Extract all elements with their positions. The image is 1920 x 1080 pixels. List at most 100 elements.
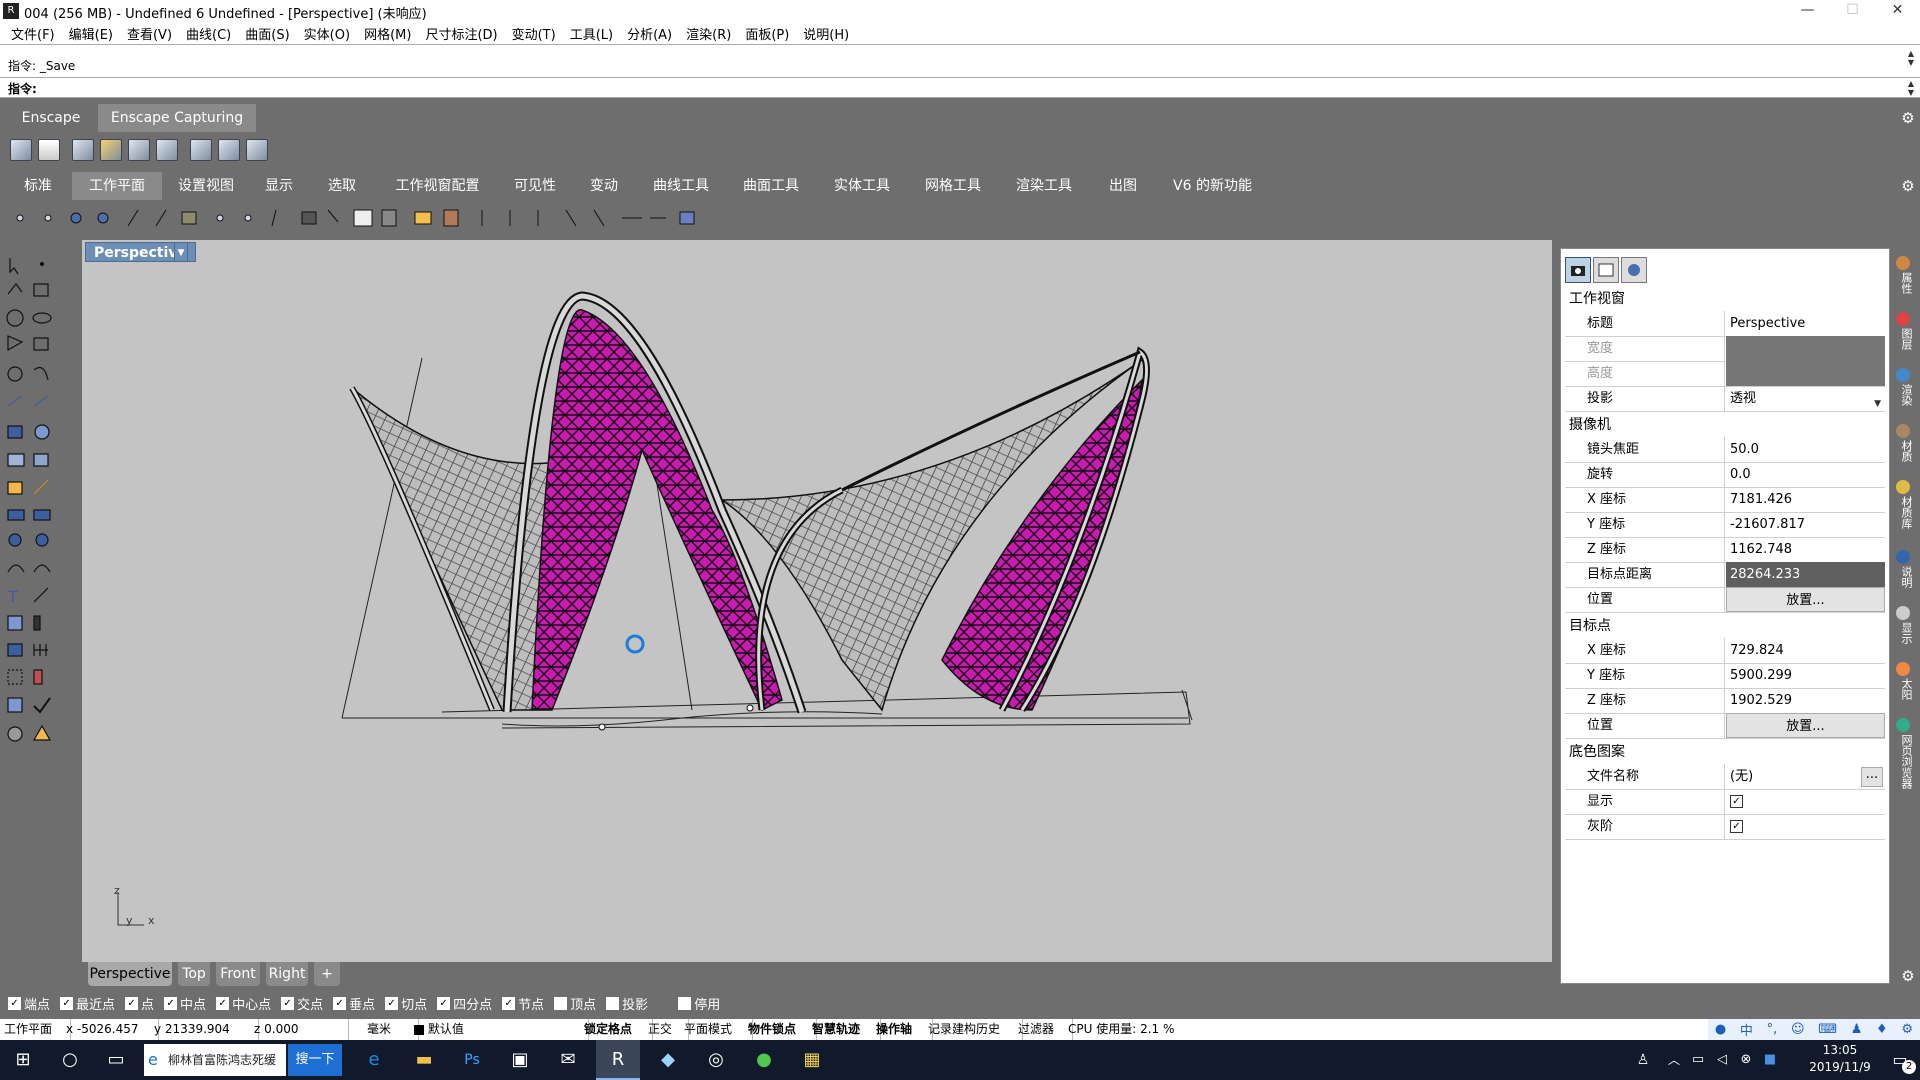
- osnap-item[interactable]: ✓停用: [678, 994, 720, 1013]
- target-y-input[interactable]: 5900.299: [1726, 663, 1885, 688]
- search-go-button[interactable]: 搜一下: [288, 1044, 342, 1076]
- tab-viewport-layout[interactable]: 工作视窗配置: [385, 172, 490, 200]
- tab-transform[interactable]: 变动: [578, 172, 630, 200]
- osnap-checkbox[interactable]: ✓: [333, 996, 347, 1010]
- camera-x-input[interactable]: 7181.426: [1726, 487, 1885, 512]
- tab-render-tools[interactable]: 渲染工具: [1008, 172, 1080, 200]
- palette-icon[interactable]: [1621, 257, 1647, 283]
- osnap-item[interactable]: ✓ 节点: [502, 994, 544, 1013]
- enscape-panorama-icon[interactable]: [218, 139, 240, 161]
- photoshop-icon[interactable]: Ps: [452, 1040, 492, 1080]
- menu-tools[interactable]: 工具(L): [563, 24, 620, 43]
- ime-toolbar[interactable]: ● 中 °, ☺ ⌨ ♟ ♦ ⚙: [1708, 1019, 1920, 1040]
- side-tab-render[interactable]: 渲染: [1894, 384, 1914, 406]
- side-tab-library[interactable]: 材质库: [1894, 496, 1914, 529]
- viewport-frame-icon[interactable]: [1593, 257, 1619, 283]
- task-view-icon[interactable]: ▭: [96, 1040, 136, 1080]
- side-tab-material[interactable]: 材质: [1894, 440, 1914, 462]
- tab-surface-tools[interactable]: 曲面工具: [735, 172, 807, 200]
- menu-solid[interactable]: 实体(O): [297, 24, 357, 43]
- tab-standard[interactable]: 标准: [14, 172, 62, 200]
- menu-file[interactable]: 文件(F): [4, 24, 62, 43]
- osnap-item[interactable]: ✓ 中心点: [216, 994, 271, 1013]
- lens-length-input[interactable]: 50.0: [1726, 437, 1885, 462]
- osnap-checkbox[interactable]: ✓: [125, 996, 139, 1010]
- menu-transform[interactable]: 变动(T): [505, 24, 563, 43]
- osnap-item[interactable]: ✓ 切点: [385, 994, 427, 1013]
- history-scroll-arrows[interactable]: ▲ ▼: [1904, 49, 1918, 67]
- side-tab-browser[interactable]: 网页浏览器: [1894, 734, 1914, 789]
- side-tab-display[interactable]: 显示: [1894, 622, 1914, 644]
- tab-set-view[interactable]: 设置视图: [170, 172, 242, 200]
- osnap-checkbox[interactable]: ✓: [502, 996, 516, 1010]
- camera-z-input[interactable]: 1162.748: [1726, 537, 1885, 562]
- mail-icon[interactable]: ✉: [548, 1040, 588, 1080]
- enscape-video-icon[interactable]: [246, 139, 268, 161]
- file-explorer-icon[interactable]: ▬: [404, 1040, 444, 1080]
- menu-view[interactable]: 查看(V): [120, 24, 179, 43]
- tab-solid-tools[interactable]: 实体工具: [826, 172, 898, 200]
- enscape-view-icon[interactable]: [190, 139, 212, 161]
- rotation-input[interactable]: 0.0: [1726, 462, 1885, 487]
- sketch-app-icon[interactable]: ◆: [648, 1040, 688, 1080]
- osnap-toggle[interactable]: 物件锁点: [744, 1019, 817, 1040]
- menu-surface[interactable]: 曲面(S): [238, 24, 296, 43]
- target-place-button[interactable]: 放置...: [1726, 713, 1885, 738]
- panel-gear-icon[interactable]: ⚙: [1900, 968, 1916, 984]
- tab-drafting[interactable]: 出图: [1098, 172, 1148, 200]
- enscape-batch-icon[interactable]: [128, 139, 150, 161]
- menu-mesh[interactable]: 网格(M): [357, 24, 418, 43]
- side-tab-layers[interactable]: 图层: [1894, 328, 1914, 350]
- taskbar-search-box[interactable]: e 柳林首富陈鸿志死缓: [144, 1044, 286, 1076]
- menu-curve[interactable]: 曲线(C): [179, 24, 238, 43]
- tab-enscape[interactable]: Enscape: [10, 104, 92, 132]
- tray-expand-icon[interactable]: ︿: [1662, 1040, 1686, 1080]
- viewport-tab-add[interactable]: +: [314, 962, 340, 986]
- maximize-button[interactable]: ☐: [1830, 0, 1875, 22]
- command-history[interactable]: 指令: _Save ▲ ▼: [0, 44, 1920, 78]
- store-icon[interactable]: ▣: [500, 1040, 540, 1080]
- clock[interactable]: 13:05 2019/11/9: [1800, 1042, 1880, 1078]
- ime-logo-icon[interactable]: ●: [1715, 1022, 1726, 1037]
- prop-value-title[interactable]: Perspective: [1726, 311, 1885, 336]
- ime-user-icon[interactable]: ♟: [1851, 1022, 1863, 1037]
- target-z-input[interactable]: 1902.529: [1726, 688, 1885, 713]
- osnap-item[interactable]: ✓ 四分点: [437, 994, 492, 1013]
- tab-v6-new[interactable]: V6 的新功能: [1160, 172, 1265, 200]
- grid-snap-toggle[interactable]: 锁定格点: [580, 1019, 653, 1040]
- osnap-item[interactable]: ✓ 交点: [281, 994, 323, 1013]
- viewport-tab-top[interactable]: Top: [178, 962, 210, 986]
- projection-dropdown[interactable]: 透视 ▼: [1726, 386, 1885, 411]
- cplane-toolbar-icons[interactable]: [10, 206, 710, 230]
- osnap-item[interactable]: ✓投影: [606, 994, 648, 1013]
- status-cplane[interactable]: 工作平面: [0, 1019, 71, 1040]
- side-tab-help[interactable]: 说明: [1894, 566, 1914, 588]
- settings-gear-icon[interactable]: ⚙: [1900, 110, 1916, 126]
- osnap-checkbox[interactable]: ✓: [216, 996, 230, 1010]
- camera-y-input[interactable]: -21607.817: [1726, 512, 1885, 537]
- target-distance-input[interactable]: 28264.233: [1726, 562, 1885, 587]
- wechat-icon[interactable]: ●: [744, 1040, 784, 1080]
- ime-settings-icon[interactable]: ⚙: [1901, 1022, 1913, 1037]
- history-toggle[interactable]: 记录建构历史: [924, 1019, 1023, 1040]
- smarttrack-toggle[interactable]: 智慧轨迹: [808, 1019, 881, 1040]
- ime-punct-icon[interactable]: °,: [1767, 1022, 1778, 1037]
- menu-panels[interactable]: 面板(P): [738, 24, 796, 43]
- left-toolbox-icons[interactable]: T: [0, 250, 62, 770]
- enscape-export-icon[interactable]: [156, 139, 178, 161]
- pavilion-model[interactable]: z y x: [82, 240, 1552, 962]
- ime-emoji-icon[interactable]: ☺: [1791, 1022, 1805, 1037]
- menu-analyze[interactable]: 分析(A): [620, 24, 679, 43]
- enscape-capture2-icon[interactable]: [100, 139, 122, 161]
- tab-cplanes[interactable]: 工作平面: [72, 172, 162, 200]
- planar-toggle[interactable]: 平面模式: [680, 1019, 753, 1040]
- tray-app-icon[interactable]: ⊗: [1734, 1040, 1758, 1080]
- edge-icon[interactable]: e: [354, 1040, 394, 1080]
- tab-display[interactable]: 显示: [255, 172, 303, 200]
- osnap-item[interactable]: ✓顶点: [554, 994, 596, 1013]
- osnap-checkbox[interactable]: ✓: [385, 996, 399, 1010]
- rhino-taskbar-icon[interactable]: R: [596, 1040, 640, 1080]
- notes-icon[interactable]: ▦: [792, 1040, 832, 1080]
- tab-visibility[interactable]: 可见性: [505, 172, 565, 200]
- camera-place-button[interactable]: 放置...: [1726, 587, 1885, 612]
